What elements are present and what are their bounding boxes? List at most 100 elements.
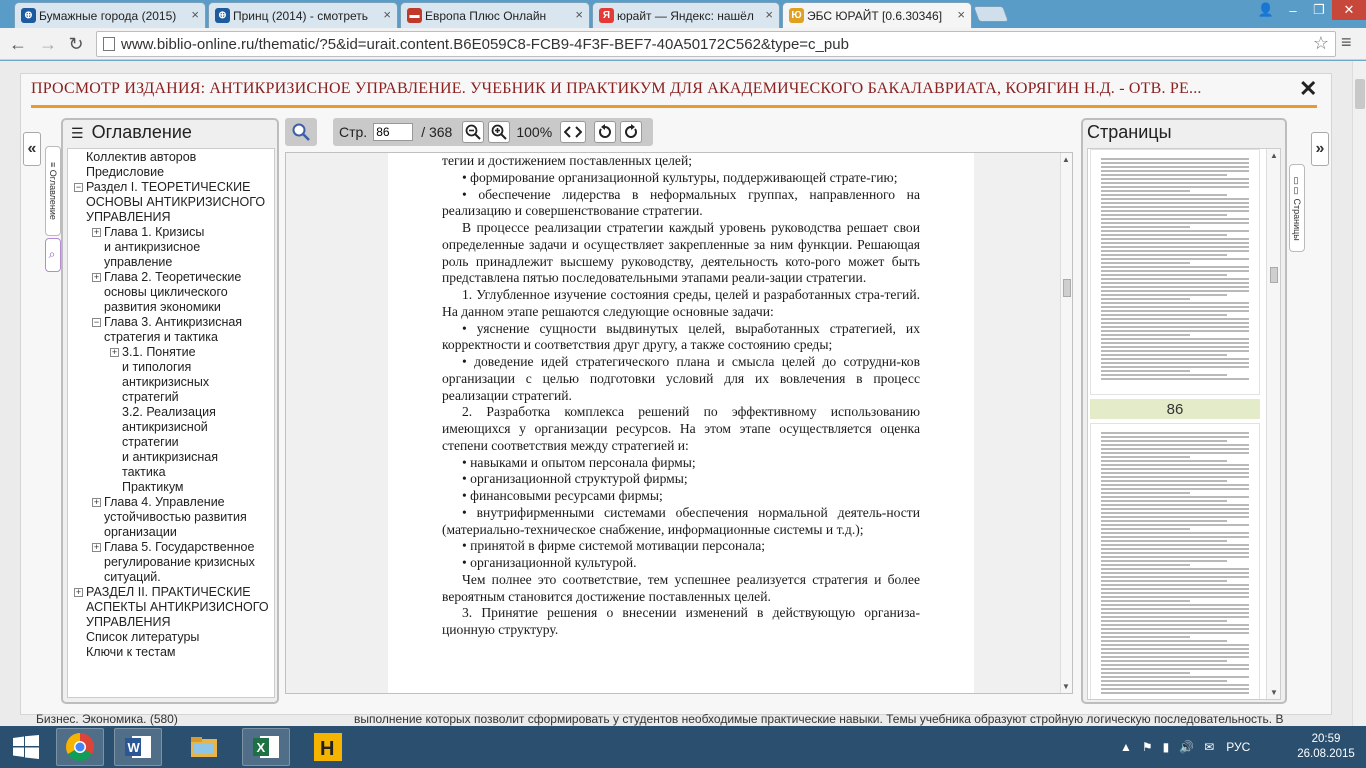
- profile-icon[interactable]: 👤: [1252, 0, 1280, 20]
- toc-item[interactable]: + РАЗДЕЛ II. ПРАКТИЧЕСКИЕ АСПЕКТЫ АНТИКРИ…: [68, 585, 274, 630]
- action-center-icon[interactable]: ⚑: [1142, 740, 1153, 754]
- toc-item[interactable]: + Глава 4. Управление устойчивостью разви…: [68, 495, 274, 540]
- maximize-button[interactable]: ❐: [1306, 0, 1332, 20]
- scroll-down-icon[interactable]: ▼: [1062, 682, 1070, 691]
- browser-tab-3[interactable]: ▬ Европа Плюс Онлайн ×: [400, 2, 590, 28]
- expand-icon[interactable]: +: [110, 348, 119, 357]
- page-scroll-thumb[interactable]: [1355, 79, 1365, 109]
- tab-label: ЭБС ЮРАЙТ [0.6.30346]: [807, 8, 943, 23]
- toc-item[interactable]: +3.1. Понятие и типология антикризисных …: [68, 345, 274, 405]
- document-scroll-thumb[interactable]: [1063, 279, 1071, 297]
- windows-taskbar: W X H ▲ ⚑ ▮ 🔊 ✉ РУС 20:59 26.08.2015: [0, 726, 1366, 768]
- expand-icon[interactable]: +: [92, 273, 101, 282]
- toc-item[interactable]: Список литературы: [68, 630, 274, 645]
- toc-item[interactable]: + Глава 1. Кризисы и антикризисное управл…: [68, 225, 274, 270]
- thumbnail-text-line: [1101, 346, 1249, 348]
- document-viewport[interactable]: тегии и достижением поставленных целей; •…: [285, 152, 1073, 694]
- toc-vertical-tab[interactable]: ≡ Оглавление: [45, 146, 61, 236]
- thumbnail-text-line: [1101, 648, 1249, 650]
- thumbnails-list[interactable]: 86 ▲ ▼: [1087, 148, 1281, 700]
- tab-close-icon[interactable]: ×: [191, 7, 199, 22]
- toc-item[interactable]: + Глава 2. Теоретические основы циклическ…: [68, 270, 274, 315]
- page-scrollbar[interactable]: [1352, 61, 1366, 726]
- rotate-right-button[interactable]: [620, 121, 643, 143]
- zoom-in-button[interactable]: [488, 121, 511, 143]
- thumbnail-text-line: [1101, 254, 1227, 256]
- collapse-right-button[interactable]: »: [1311, 132, 1329, 166]
- expand-icon[interactable]: +: [74, 588, 83, 597]
- toc-item[interactable]: Практикум: [68, 480, 274, 495]
- expand-icon[interactable]: +: [92, 228, 101, 237]
- browser-menu-icon[interactable]: ≡: [1341, 32, 1352, 53]
- browser-tab-5[interactable]: Ю ЭБС ЮРАЙТ [0.6.30346] ×: [782, 2, 972, 28]
- svg-text:X: X: [257, 740, 266, 755]
- reload-button[interactable]: ↻: [64, 32, 88, 56]
- network-icon[interactable]: ▮: [1163, 740, 1170, 754]
- taskbar-chrome[interactable]: [56, 728, 104, 766]
- collapse-icon[interactable]: −: [92, 318, 101, 327]
- toc-item[interactable]: Предисловие: [68, 165, 274, 180]
- word-icon: W: [125, 736, 151, 758]
- browser-tab-4[interactable]: Я юрайт — Яндекс: нашёл ×: [592, 2, 780, 28]
- tray-expand-icon[interactable]: ▲: [1120, 740, 1132, 754]
- scroll-down-icon[interactable]: ▼: [1270, 688, 1278, 697]
- collapse-left-button[interactable]: «: [23, 132, 41, 166]
- pages-vertical-tab[interactable]: ▯▯ Страницы: [1289, 164, 1305, 252]
- taskbar-excel[interactable]: X: [242, 728, 290, 766]
- zoom-out-button[interactable]: [462, 121, 485, 143]
- document-bullet: • формирование организационной культуры,…: [462, 169, 898, 185]
- toc-item[interactable]: Ключи к тестам: [68, 645, 274, 660]
- toc-item[interactable]: − Раздел I. ТЕОРЕТИЧЕСКИЕ ОСНОВЫ АНТИКРИЗ…: [68, 180, 274, 225]
- page-thumbnail[interactable]: [1090, 149, 1260, 395]
- thumbnail-text-line: [1101, 226, 1190, 228]
- svg-text:W: W: [128, 740, 141, 755]
- browser-tab-2[interactable]: ⊕ Принц (2014) - смотреть ×: [208, 2, 398, 28]
- collapse-icon[interactable]: −: [74, 183, 83, 192]
- search-tool-button[interactable]: [285, 118, 317, 146]
- toc-item-label: 3.1. Понятие и типология антикризисных с…: [122, 345, 210, 404]
- language-indicator[interactable]: РУС: [1226, 740, 1250, 754]
- toc-item[interactable]: Коллектив авторов: [68, 150, 274, 165]
- document-scrollbar[interactable]: ▲ ▼: [1060, 153, 1072, 693]
- back-button[interactable]: ←: [6, 32, 30, 56]
- clock[interactable]: 20:59 26.08.2015: [1296, 732, 1356, 762]
- taskbar-word[interactable]: W: [114, 728, 162, 766]
- page-number-input[interactable]: [373, 123, 414, 141]
- taskbar-h-app[interactable]: H: [304, 728, 352, 766]
- rotate-left-button[interactable]: [594, 121, 617, 143]
- tab-close-icon[interactable]: ×: [575, 7, 583, 22]
- window-close-button[interactable]: ✕: [1332, 0, 1366, 20]
- taskbar-explorer[interactable]: [180, 728, 228, 766]
- scroll-up-icon[interactable]: ▲: [1270, 151, 1278, 160]
- toc-item[interactable]: − Глава 3. Антикризисная стратегия и такт…: [68, 315, 274, 345]
- toc-item[interactable]: 3.2. Реализация антикризисной стратегии …: [68, 405, 274, 480]
- page-thumbnail[interactable]: [1090, 423, 1260, 699]
- toc-header: ☰ Оглавление: [71, 122, 192, 143]
- thumbnail-text-line: [1101, 358, 1249, 360]
- expand-icon[interactable]: +: [92, 498, 101, 507]
- toc-item[interactable]: + Глава 5. Государственное регулирование …: [68, 540, 274, 585]
- thumbnail-text-line: [1101, 250, 1249, 252]
- minimize-button[interactable]: –: [1280, 0, 1306, 20]
- thumbnails-scrollbar[interactable]: ▲ ▼: [1266, 149, 1280, 699]
- search-vertical-tab[interactable]: ⌕: [45, 238, 61, 272]
- browser-tab-1[interactable]: ⊕ Бумажные города (2015) ×: [14, 2, 206, 28]
- expand-icon[interactable]: +: [92, 543, 101, 552]
- tab-close-icon[interactable]: ×: [383, 7, 391, 22]
- viewer-close-button[interactable]: ✕: [1299, 76, 1317, 102]
- mail-icon[interactable]: ✉: [1204, 740, 1214, 754]
- forward-button[interactable]: →: [36, 32, 60, 56]
- volume-icon[interactable]: 🔊: [1179, 740, 1194, 754]
- thumbnail-text-line: [1101, 508, 1249, 510]
- bookmark-star-icon[interactable]: ☆: [1313, 33, 1329, 54]
- h-app-icon: H: [314, 733, 342, 761]
- scroll-up-icon[interactable]: ▲: [1062, 155, 1070, 164]
- new-tab-button[interactable]: [973, 6, 1009, 22]
- tab-close-icon[interactable]: ×: [957, 7, 965, 22]
- thumbnail-text-line: [1101, 294, 1227, 296]
- tab-close-icon[interactable]: ×: [765, 7, 773, 22]
- thumbnails-scroll-thumb[interactable]: [1270, 267, 1278, 283]
- fit-width-button[interactable]: [560, 121, 587, 143]
- start-button[interactable]: [2, 728, 50, 766]
- address-bar[interactable]: www.biblio-online.ru/thematic/?5&id=urai…: [96, 31, 1336, 57]
